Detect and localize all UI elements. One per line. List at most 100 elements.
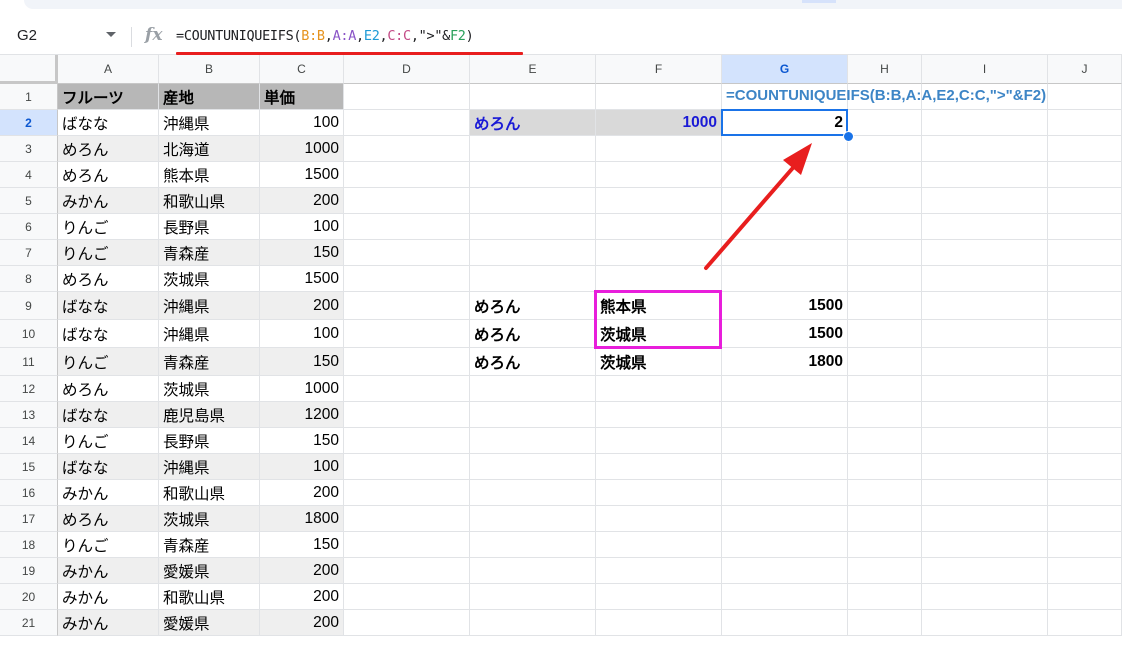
row-header-18[interactable]: 18 xyxy=(0,532,58,558)
cell[interactable] xyxy=(596,188,722,214)
row-header-4[interactable]: 4 xyxy=(0,162,58,188)
header-cell[interactable]: フルーツ xyxy=(58,84,159,110)
origin-cell[interactable]: 愛媛県 xyxy=(159,558,260,584)
cell[interactable] xyxy=(848,188,922,214)
cell[interactable] xyxy=(922,584,1048,610)
cell[interactable] xyxy=(596,162,722,188)
origin-cell[interactable]: 熊本県 xyxy=(159,162,260,188)
cell[interactable] xyxy=(596,240,722,266)
cell[interactable] xyxy=(470,240,596,266)
row-header-3[interactable]: 3 xyxy=(0,136,58,162)
cell[interactable] xyxy=(470,428,596,454)
origin-cell[interactable]: 茨城県 xyxy=(159,266,260,292)
cell[interactable] xyxy=(344,240,470,266)
cell[interactable] xyxy=(722,454,848,480)
cell[interactable] xyxy=(596,532,722,558)
cell[interactable] xyxy=(470,266,596,292)
cell[interactable] xyxy=(470,558,596,584)
origin-cell[interactable]: 沖縄県 xyxy=(159,110,260,136)
cell[interactable] xyxy=(1048,428,1122,454)
row-header-6[interactable]: 6 xyxy=(0,214,58,240)
cell[interactable] xyxy=(596,136,722,162)
column-header-b[interactable]: B xyxy=(159,55,260,84)
cell[interactable] xyxy=(596,454,722,480)
price-cell[interactable]: 1500 xyxy=(260,266,344,292)
cell[interactable] xyxy=(596,558,722,584)
cell[interactable] xyxy=(470,506,596,532)
fruit-cell[interactable]: みかん xyxy=(58,610,159,636)
select-all-corner[interactable] xyxy=(0,55,58,84)
fruit-cell[interactable]: みかん xyxy=(58,188,159,214)
cell[interactable] xyxy=(470,402,596,428)
cell[interactable] xyxy=(344,558,470,584)
cell[interactable] xyxy=(344,214,470,240)
price-cell[interactable]: 200 xyxy=(260,610,344,636)
cell[interactable] xyxy=(722,610,848,636)
fruit-cell[interactable]: ばなな xyxy=(58,402,159,428)
cell[interactable] xyxy=(848,110,922,136)
cell[interactable] xyxy=(344,402,470,428)
column-header-d[interactable]: D xyxy=(344,55,470,84)
formula-input[interactable]: =COUNTUNIQUEIFS(B:B,A:A,E2,C:C,">"&F2) xyxy=(176,28,474,44)
cell[interactable] xyxy=(344,266,470,292)
origin-cell[interactable]: 茨城県 xyxy=(159,506,260,532)
row-header-19[interactable]: 19 xyxy=(0,558,58,584)
match-price-cell[interactable]: 1500 xyxy=(722,320,848,348)
cell[interactable] xyxy=(344,84,470,110)
cell[interactable] xyxy=(1048,532,1122,558)
cell[interactable] xyxy=(722,188,848,214)
cell[interactable] xyxy=(722,376,848,402)
origin-cell[interactable]: 和歌山県 xyxy=(159,188,260,214)
chevron-down-icon[interactable] xyxy=(106,32,116,37)
fruit-cell[interactable]: めろん xyxy=(58,162,159,188)
cell[interactable] xyxy=(596,506,722,532)
cell[interactable] xyxy=(922,214,1048,240)
cell[interactable] xyxy=(848,162,922,188)
row-header-1[interactable]: 1 xyxy=(0,84,58,110)
cell[interactable] xyxy=(848,292,922,320)
cell[interactable] xyxy=(722,214,848,240)
cell[interactable] xyxy=(344,136,470,162)
cell[interactable] xyxy=(344,610,470,636)
price-cell[interactable]: 200 xyxy=(260,558,344,584)
fruit-cell[interactable]: ばなな xyxy=(58,110,159,136)
header-cell[interactable]: 産地 xyxy=(159,84,260,110)
fruit-cell[interactable]: りんご xyxy=(58,214,159,240)
name-box[interactable]: G2 xyxy=(17,27,37,44)
fruit-cell[interactable]: みかん xyxy=(58,584,159,610)
cell[interactable] xyxy=(344,188,470,214)
cell[interactable] xyxy=(1048,188,1122,214)
cell[interactable] xyxy=(922,558,1048,584)
cell[interactable] xyxy=(1048,402,1122,428)
cell[interactable] xyxy=(722,136,848,162)
cell[interactable] xyxy=(344,110,470,136)
row-header-16[interactable]: 16 xyxy=(0,480,58,506)
cell[interactable] xyxy=(344,348,470,376)
column-header-e[interactable]: E xyxy=(470,55,596,84)
fill-handle[interactable] xyxy=(843,131,854,142)
cell[interactable] xyxy=(596,610,722,636)
match-fruit-cell[interactable]: めろん xyxy=(470,292,596,320)
cell[interactable] xyxy=(922,428,1048,454)
cell[interactable] xyxy=(922,610,1048,636)
cell[interactable] xyxy=(848,214,922,240)
price-cell[interactable]: 200 xyxy=(260,292,344,320)
cell[interactable] xyxy=(470,376,596,402)
cell[interactable] xyxy=(848,610,922,636)
origin-cell[interactable]: 青森産 xyxy=(159,348,260,376)
cell[interactable] xyxy=(848,558,922,584)
price-cell[interactable]: 200 xyxy=(260,188,344,214)
cell[interactable] xyxy=(922,506,1048,532)
origin-cell[interactable]: 北海道 xyxy=(159,136,260,162)
cell[interactable] xyxy=(848,532,922,558)
cell[interactable] xyxy=(722,558,848,584)
cell[interactable] xyxy=(596,214,722,240)
origin-cell[interactable]: 和歌山県 xyxy=(159,584,260,610)
price-cell[interactable]: 150 xyxy=(260,348,344,376)
cell[interactable] xyxy=(922,188,1048,214)
column-header-f[interactable]: F xyxy=(596,55,722,84)
cell[interactable] xyxy=(344,376,470,402)
cell[interactable] xyxy=(922,402,1048,428)
cell[interactable] xyxy=(596,428,722,454)
cell[interactable] xyxy=(596,402,722,428)
